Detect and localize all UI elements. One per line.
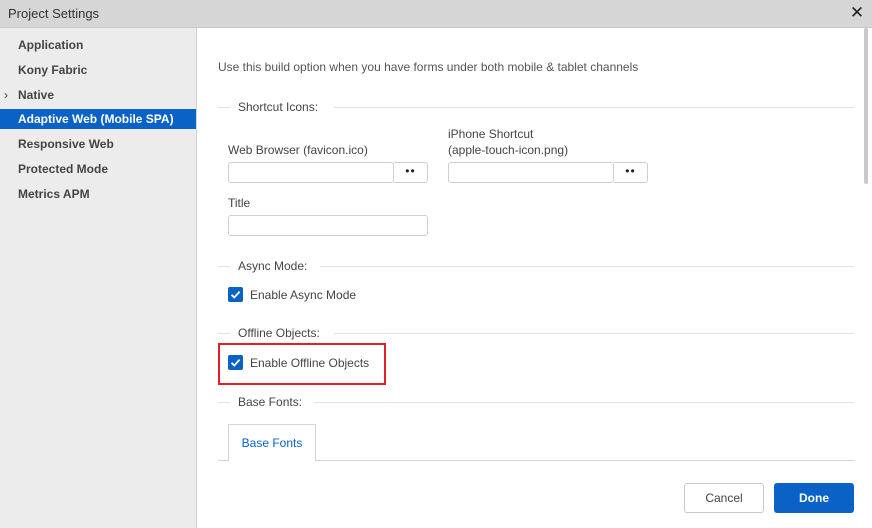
- sidebar-item-protected-mode[interactable]: Protected Mode: [0, 159, 196, 179]
- content-scrollbar[interactable]: [862, 28, 870, 186]
- sidebar-item-kony-fabric[interactable]: Kony Fabric: [0, 60, 196, 80]
- section-divider: [218, 266, 230, 267]
- enable-offline-objects-label[interactable]: Enable Offline Objects: [250, 356, 369, 370]
- enable-async-mode-label[interactable]: Enable Async Mode: [250, 288, 356, 302]
- sidebar-item-label: Metrics APM: [18, 187, 90, 201]
- iphone-shortcut-sublabel: (apple-touch-icon.png): [448, 143, 569, 157]
- description-text: Use this build option when you have form…: [218, 60, 639, 74]
- title-bar: Project Settings ✕: [0, 0, 872, 28]
- async-mode-heading: Async Mode:: [238, 259, 308, 273]
- web-browser-icon-input[interactable]: [228, 162, 394, 183]
- chevron-right-icon[interactable]: ›: [4, 85, 8, 105]
- sidebar-item-metrics-apm[interactable]: Metrics APM: [0, 184, 196, 204]
- offline-objects-heading: Offline Objects:: [238, 326, 320, 340]
- web-browser-browse-button[interactable]: ••: [394, 162, 428, 183]
- base-fonts-heading: Base Fonts:: [238, 395, 303, 409]
- section-divider: [218, 107, 230, 108]
- tab-base-fonts[interactable]: Base Fonts: [228, 424, 316, 462]
- iphone-shortcut-input[interactable]: [448, 162, 614, 183]
- sidebar-item-label: Responsive Web: [18, 137, 114, 151]
- section-divider: [334, 107, 854, 108]
- section-divider: [334, 333, 854, 334]
- sidebar: Application Kony Fabric › Native Adaptiv…: [0, 28, 197, 528]
- scrollbar-thumb[interactable]: [864, 28, 868, 184]
- sidebar-item-label: Native: [18, 88, 55, 102]
- section-divider: [218, 402, 230, 403]
- sidebar-item-label: Application: [18, 38, 84, 52]
- sidebar-item-responsive-web[interactable]: Responsive Web: [0, 134, 196, 154]
- sidebar-item-native[interactable]: › Native: [0, 85, 196, 105]
- enable-async-mode-checkbox[interactable]: [228, 287, 243, 302]
- section-divider: [320, 266, 854, 267]
- iphone-shortcut-label: iPhone Shortcut: [448, 127, 534, 141]
- shortcut-icons-heading: Shortcut Icons:: [238, 100, 319, 114]
- checkmark-icon: [230, 290, 241, 299]
- checkmark-icon: [230, 358, 241, 367]
- sidebar-item-label: Kony Fabric: [18, 63, 88, 77]
- base-fonts-tab-strip: Base Fonts: [218, 424, 855, 462]
- enable-offline-objects-checkbox[interactable]: [228, 355, 243, 370]
- title-input[interactable]: [228, 215, 428, 236]
- iphone-shortcut-browse-button[interactable]: ••: [614, 162, 648, 183]
- sidebar-item-adaptive-web[interactable]: Adaptive Web (Mobile SPA): [0, 109, 196, 129]
- section-divider: [314, 402, 854, 403]
- done-button[interactable]: Done: [774, 483, 854, 513]
- cancel-button[interactable]: Cancel: [684, 483, 764, 513]
- close-icon[interactable]: ✕: [848, 3, 866, 23]
- sidebar-item-label: Adaptive Web (Mobile SPA): [18, 112, 174, 126]
- title-label: Title: [228, 196, 251, 210]
- sidebar-item-application[interactable]: Application: [0, 35, 196, 55]
- section-divider: [218, 333, 230, 334]
- web-browser-label: Web Browser (favicon.ico): [228, 143, 368, 157]
- window-title: Project Settings: [8, 6, 100, 21]
- sidebar-item-label: Protected Mode: [18, 162, 109, 176]
